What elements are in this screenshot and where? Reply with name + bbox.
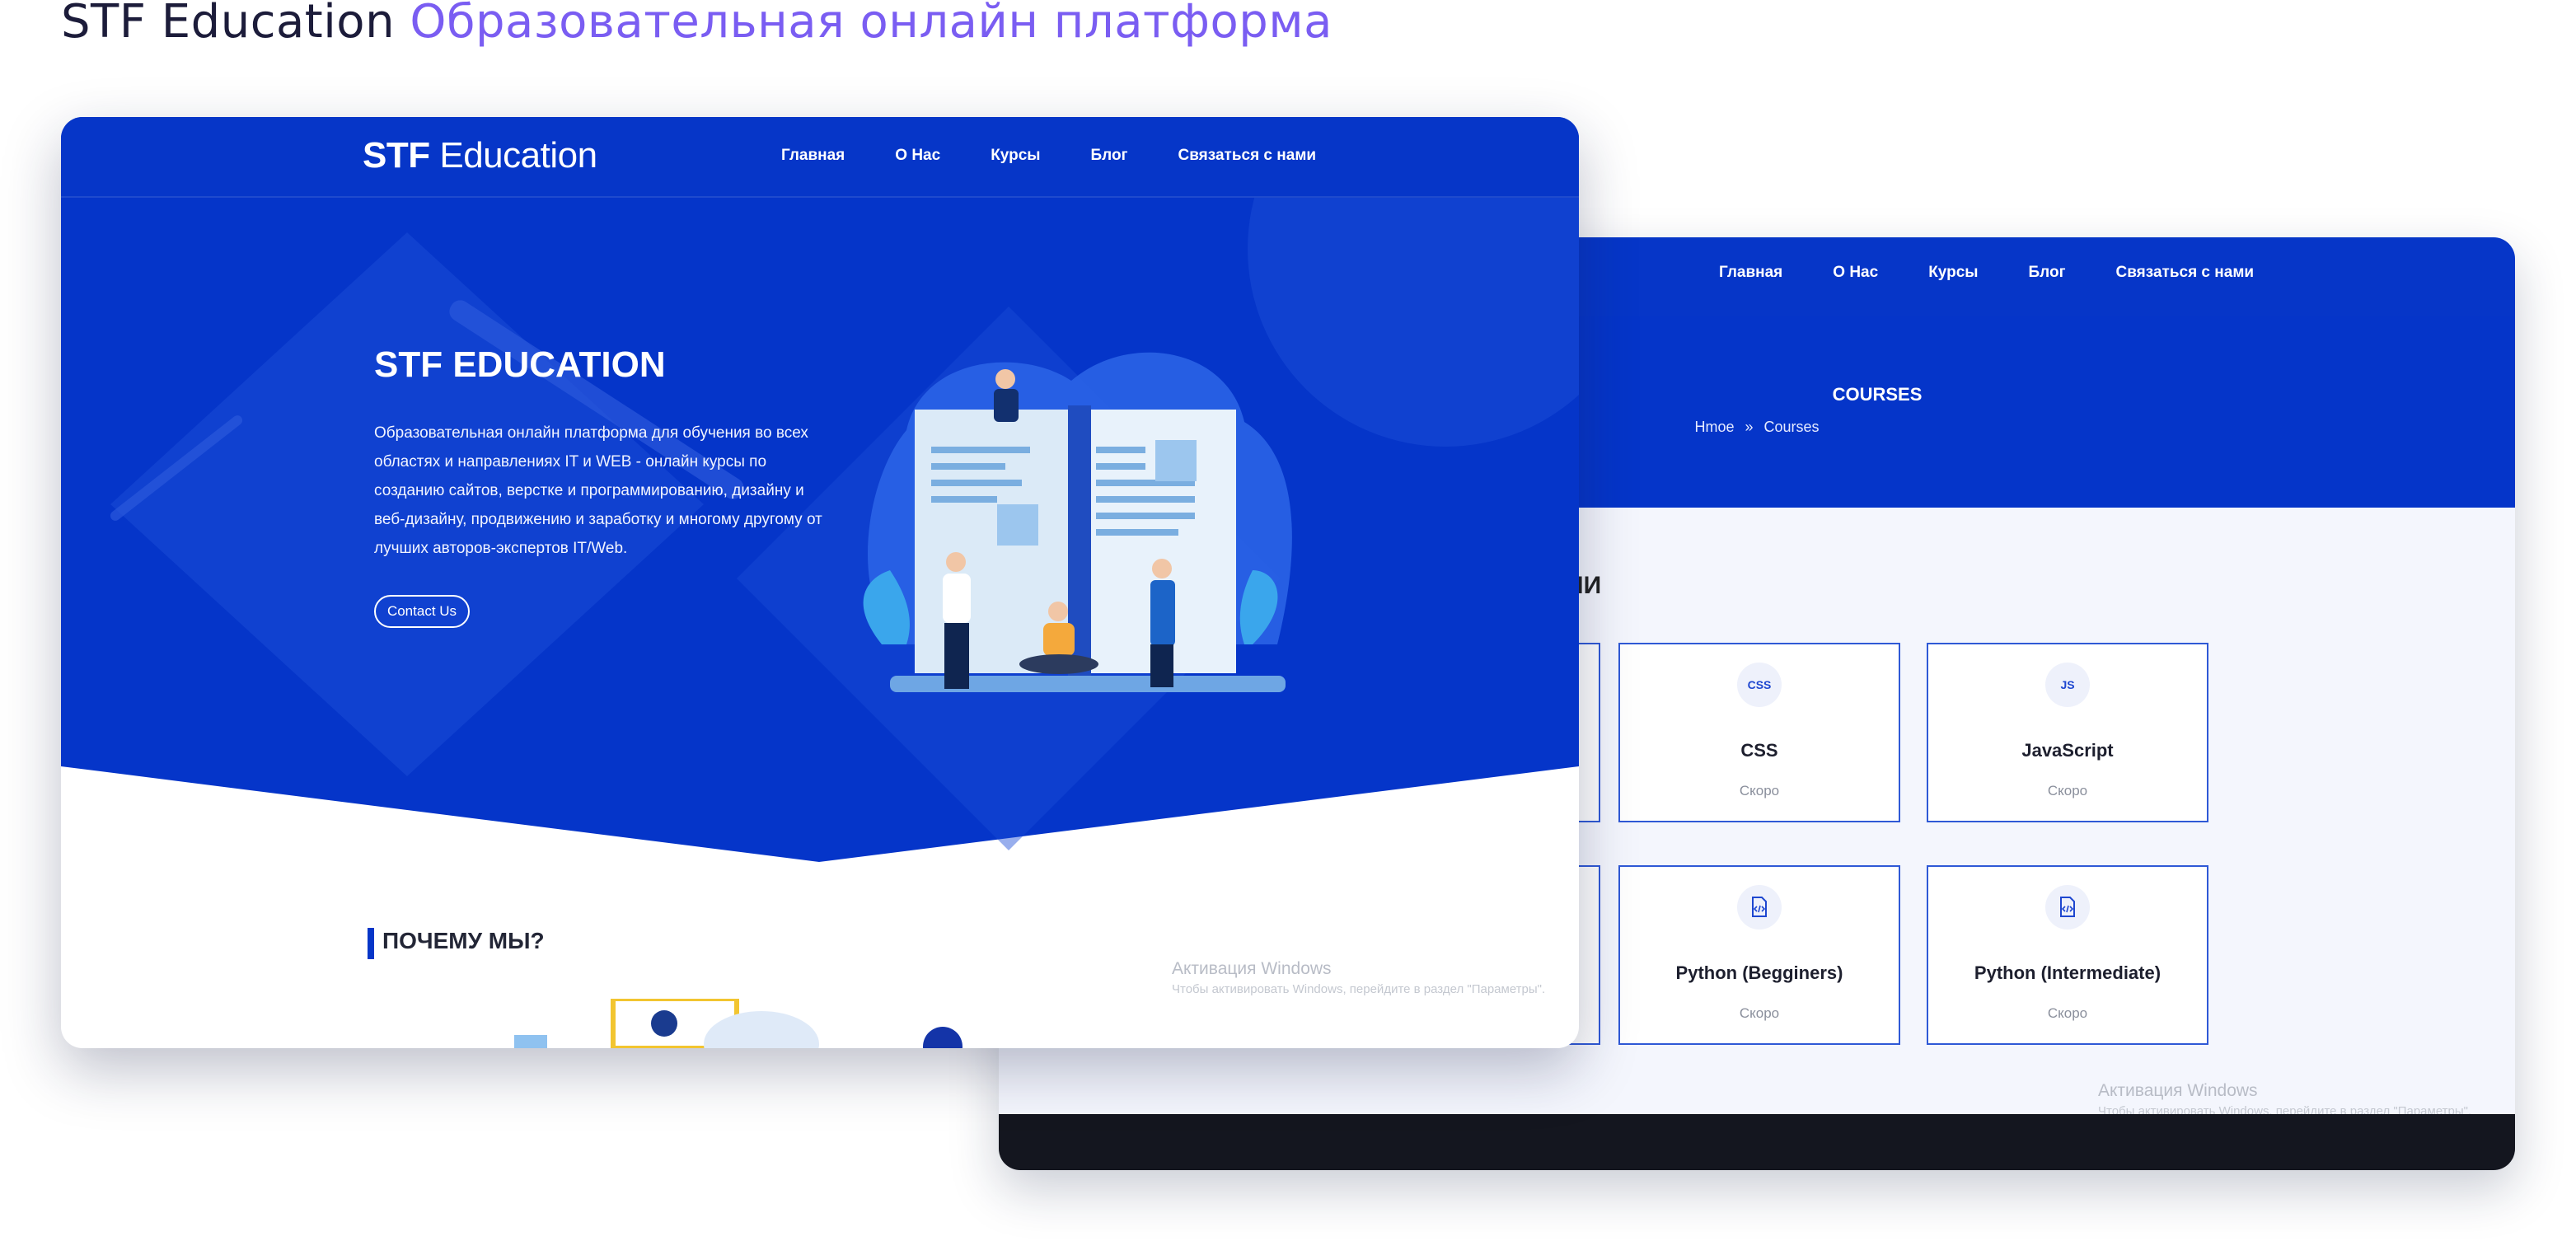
course-status: Скоро xyxy=(2047,783,2088,798)
heading-brand: STF Education xyxy=(61,0,396,49)
heading-subtitle: Образовательная онлайн платформа xyxy=(410,0,1332,49)
course-card-python-intermediate[interactable]: Python (Intermediate) Скоро xyxy=(1927,865,2208,1045)
watermark-subtitle: Чтобы активировать Windows, перейдите в … xyxy=(1172,982,1546,996)
breadcrumb-home[interactable]: Hmoe xyxy=(1694,419,1734,435)
home-navbar: STF Education Главная О Нас Курсы Блог С… xyxy=(61,117,1579,198)
home-nav-links: Главная О Нас Курсы Блог Связаться с нам… xyxy=(781,147,1366,165)
course-status: Скоро xyxy=(2047,1005,2088,1021)
watermark-title: Активация Windows xyxy=(2098,1081,2258,1100)
nav-link-contact[interactable]: Связаться с нами xyxy=(2116,264,2255,282)
nav-link-blog[interactable]: Блог xyxy=(2029,264,2066,282)
breadcrumb-current: Courses xyxy=(1763,419,1820,435)
code-file-icon xyxy=(1737,885,1782,930)
course-card-css[interactable]: CSS CSS Скоро xyxy=(1618,643,1900,822)
hero-title: STF EDUCATION xyxy=(374,344,666,385)
contact-us-button[interactable]: Contact Us xyxy=(374,595,470,628)
page-heading: STF Education Образовательная онлайн пла… xyxy=(61,0,1332,49)
site-logo[interactable]: STF Education xyxy=(363,135,597,176)
course-status: Скоро xyxy=(1739,1005,1780,1021)
hero-description: Образовательная онлайн платформа для обу… xyxy=(374,424,822,557)
nav-link-about[interactable]: О Нас xyxy=(895,147,940,165)
nav-link-home[interactable]: Главная xyxy=(781,147,845,165)
nav-link-courses[interactable]: Курсы xyxy=(1928,264,1978,282)
windows-activation-watermark: Активация Windows Чтобы активировать Win… xyxy=(2098,1081,2471,1118)
windows-activation-watermark: Активация Windows Чтобы активировать Win… xyxy=(1172,959,1545,996)
nav-link-home[interactable]: Главная xyxy=(1719,264,1782,282)
courses-footer xyxy=(999,1114,2515,1170)
why-us-illustration xyxy=(514,999,962,1048)
book-illustration xyxy=(863,352,1292,692)
logo-bold: STF xyxy=(363,135,430,176)
watermark-title: Активация Windows xyxy=(1172,959,1332,978)
course-card-javascript[interactable]: JS JavaScript Скоро xyxy=(1927,643,2208,822)
breadcrumb-separator-icon: » xyxy=(1745,419,1754,435)
courses-page-title: COURSES xyxy=(1832,384,1923,405)
nav-link-blog[interactable]: Блог xyxy=(1091,147,1128,165)
nav-link-about[interactable]: О Нас xyxy=(1833,264,1878,282)
js-icon: JS xyxy=(2045,663,2090,707)
breadcrumb: Hmoe » Courses xyxy=(1567,419,1946,436)
course-name: CSS xyxy=(1740,740,1778,761)
course-name: Python (Intermediate) xyxy=(1974,962,2161,983)
course-name: Python (Begginers) xyxy=(1675,962,1843,983)
css-icon: CSS xyxy=(1737,663,1782,707)
logo-regular: Education xyxy=(439,135,597,176)
home-page-screenshot: STF Education Главная О Нас Курсы Блог С… xyxy=(61,117,1579,1048)
code-file-icon xyxy=(2045,885,2090,930)
why-us-heading: ПОЧЕМУ МЫ? xyxy=(368,928,545,959)
nav-link-contact[interactable]: Связаться с нами xyxy=(1178,147,1317,165)
course-name: JavaScript xyxy=(2021,740,2114,761)
course-status: Скоро xyxy=(1739,783,1780,798)
courses-nav-links: Главная О Нас Курсы Блог Связаться с нам… xyxy=(1719,264,2304,282)
nav-link-courses[interactable]: Курсы xyxy=(991,147,1040,165)
course-card-python-beginners[interactable]: Python (Begginers) Скоро xyxy=(1618,865,1900,1045)
